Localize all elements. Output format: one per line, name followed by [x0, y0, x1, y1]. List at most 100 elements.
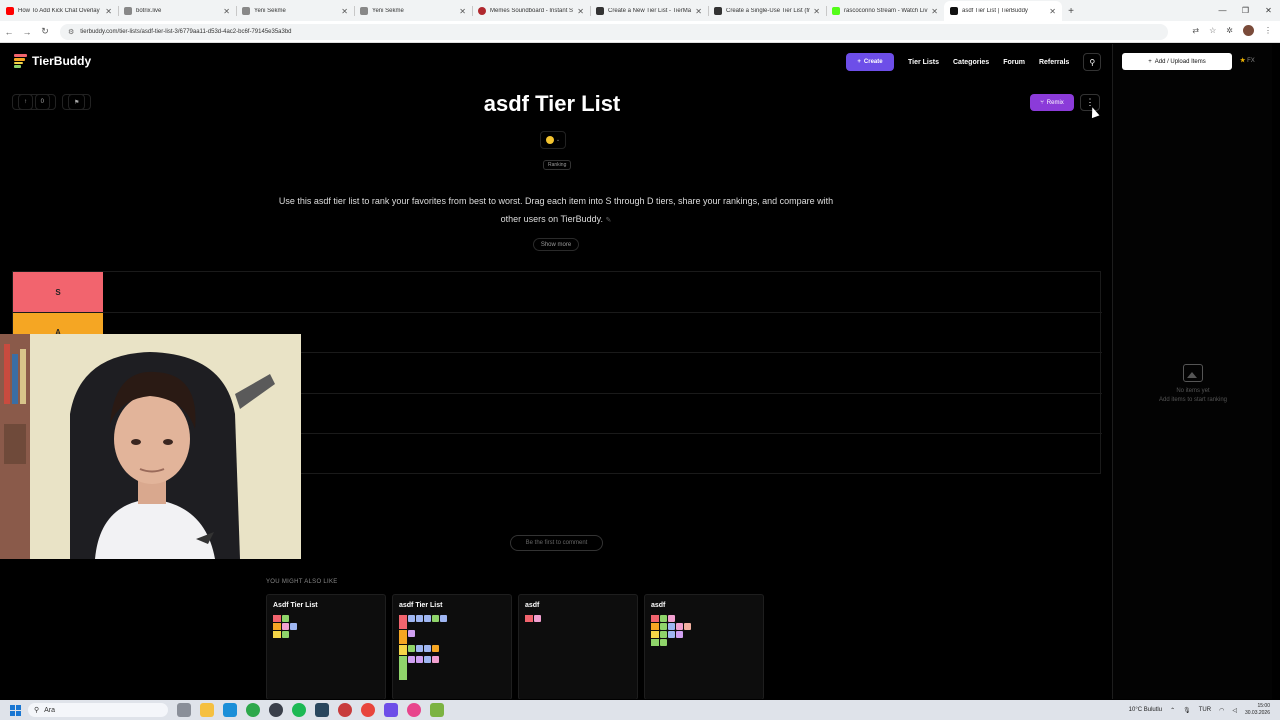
os-taskbar: ⚲ Ara 10°C Bulutlu ⌃ 🎙 TUR ◠ ◁ 15:00 30.0… — [0, 700, 1280, 720]
app-icon[interactable] — [384, 703, 398, 717]
browser-tab-active[interactable]: asdf Tier List | TierBuddy ✕ — [944, 1, 1062, 21]
file-explorer-icon[interactable] — [200, 703, 214, 717]
recommended-card[interactable]: Asdf Tier List — [266, 594, 386, 699]
remix-icon: ⑂ — [1040, 99, 1044, 106]
app-icon[interactable] — [430, 703, 444, 717]
close-icon[interactable]: ✕ — [577, 7, 584, 16]
search-placeholder: Ara — [44, 706, 56, 714]
close-icon[interactable]: ✕ — [931, 7, 938, 16]
close-icon[interactable]: ✕ — [459, 7, 466, 16]
chrome-icon[interactable] — [246, 703, 260, 717]
nav-referrals[interactable]: Referrals — [1039, 59, 1069, 66]
browser-tab[interactable]: Yeni Sekme ✕ — [354, 1, 472, 21]
browser-tab[interactable]: Memes Soundboard - Instant S ✕ — [472, 1, 590, 21]
globe-icon — [242, 7, 250, 15]
maximize-icon[interactable]: ❐ — [1234, 0, 1257, 20]
description-text: Use this asdf tier list to rank your fav… — [278, 196, 834, 224]
spotify-icon[interactable] — [292, 703, 306, 717]
ranking-badge: Ranking — [543, 160, 572, 170]
chrome-icon[interactable] — [361, 703, 375, 717]
recommended-card[interactable]: asdf Tier List — [392, 594, 512, 699]
url-text: tierbuddy.com/tier-lists/asdf-tier-list-… — [80, 28, 292, 35]
browser-tab[interactable]: Create a New Tier List - TierMa ✕ — [590, 1, 708, 21]
menu-kebab-icon[interactable]: ⋮ — [1264, 26, 1272, 35]
user-icon[interactable]: ⚲ — [1083, 53, 1102, 71]
nav-tier-lists[interactable]: Tier Lists — [908, 59, 939, 66]
wifi-icon[interactable]: ◠ — [1219, 707, 1224, 714]
edit-icon[interactable]: ✎ — [606, 217, 612, 224]
browser-tab[interactable]: Yeni Sekme ✕ — [236, 1, 354, 21]
empty-items-state: No items yet Add items to start ranking — [1113, 364, 1273, 403]
create-label: Create — [863, 59, 883, 65]
kick-icon — [832, 7, 840, 15]
steam-icon[interactable] — [315, 703, 329, 717]
site-info-icon[interactable]: ⚙ — [68, 28, 74, 36]
browser-toolbar-right: ⇄ ☆ ✲ ⋮ — [1192, 25, 1272, 36]
recommended-card[interactable]: asdf — [644, 594, 764, 699]
card-thumbnail — [525, 615, 541, 623]
translate-icon[interactable]: ⇄ — [1192, 26, 1199, 35]
forward-icon[interactable]: → — [18, 27, 36, 37]
plus-icon: + — [1148, 58, 1152, 65]
task-view-icon[interactable] — [177, 703, 191, 717]
language-indicator[interactable]: TUR — [1199, 707, 1211, 713]
tab-label: Create a New Tier List - TierMa — [608, 8, 692, 14]
emoji-icon — [545, 136, 554, 144]
volume-icon[interactable]: ◁ — [1232, 707, 1237, 714]
items-sidebar: + Add / Upload Items ★ FX No items yet Ad… — [1112, 44, 1272, 699]
create-button[interactable]: + Create — [846, 53, 894, 71]
clock[interactable]: 15:00 30.03.2026 — [1245, 703, 1270, 717]
app-icon[interactable] — [407, 703, 421, 717]
minimize-icon[interactable]: — — [1211, 0, 1234, 20]
new-tab-button[interactable]: + — [1062, 1, 1080, 21]
tierbuddy-page: TierBuddy + Create Tier Lists Categories … — [0, 44, 1280, 699]
app-icon[interactable] — [338, 703, 352, 717]
browser-tab[interactable]: Create a Single-Use Tier List (fr ✕ — [708, 1, 826, 21]
reload-icon[interactable]: ↻ — [36, 26, 54, 37]
weather-text[interactable]: 10°C Bulutlu — [1129, 707, 1162, 713]
taskbar-search[interactable]: ⚲ Ara — [28, 703, 168, 717]
empty-title: No items yet — [1176, 388, 1210, 394]
close-icon[interactable]: ✕ — [1049, 7, 1056, 16]
add-upload-items-button[interactable]: + Add / Upload Items — [1122, 53, 1232, 70]
microphone-icon[interactable]: 🎙 — [1183, 707, 1191, 714]
tier-row-s[interactable]: S — [13, 272, 1102, 313]
show-more-button[interactable]: Show more — [533, 238, 579, 251]
browser-tab[interactable]: rascoconno Stream - Watch Liv ✕ — [826, 1, 944, 21]
extensions-icon[interactable]: ✲ — [1226, 26, 1233, 35]
fx-toggle[interactable]: ★ FX — [1240, 57, 1255, 64]
browser-tab[interactable]: How To Add Kick Chat Overlay ✕ — [0, 1, 118, 21]
upvote-button[interactable]: ↑ 0 — [12, 94, 57, 110]
tab-label: How To Add Kick Chat Overlay — [18, 8, 100, 14]
bookmark-star-icon[interactable]: ☆ — [1209, 26, 1216, 35]
nav-categories[interactable]: Categories — [953, 59, 989, 66]
close-icon[interactable]: ✕ — [813, 7, 820, 16]
obs-icon[interactable] — [269, 703, 283, 717]
close-window-icon[interactable]: ✕ — [1257, 0, 1280, 20]
close-icon[interactable]: ✕ — [695, 7, 702, 16]
close-icon[interactable]: ✕ — [341, 7, 348, 16]
edge-icon[interactable] — [223, 703, 237, 717]
nav-forum[interactable]: Forum — [1003, 59, 1025, 66]
close-icon[interactable]: ✕ — [223, 7, 230, 16]
tab-label: botrix.live — [136, 8, 162, 14]
browser-tab[interactable]: botrix.live ✕ — [118, 1, 236, 21]
remix-button[interactable]: ⑂ Remix — [1030, 94, 1074, 111]
tier-label-s[interactable]: S — [13, 272, 103, 312]
back-icon[interactable]: ← — [0, 27, 18, 37]
tab-label: Memes Soundboard - Instant S — [490, 8, 574, 14]
card-title: asdf — [525, 602, 540, 609]
recommended-card[interactable]: asdf — [518, 594, 638, 699]
reaction-button[interactable]: ⌄ — [540, 131, 566, 149]
tab-label: Create a Single-Use Tier List (fr — [726, 8, 811, 14]
first-comment-button[interactable]: Be the first to comment — [510, 535, 603, 551]
chevron-up-icon[interactable]: ⌃ — [1170, 707, 1175, 714]
browser-tabbar: How To Add Kick Chat Overlay ✕ botrix.liv… — [0, 0, 1280, 21]
flag-button[interactable]: ⚑ — [62, 94, 92, 110]
profile-avatar[interactable] — [1243, 25, 1254, 36]
upload-label: Add / Upload Items — [1154, 58, 1206, 65]
windows-start-icon[interactable] — [8, 703, 22, 717]
logo[interactable]: TierBuddy — [14, 54, 91, 68]
close-icon[interactable]: ✕ — [105, 7, 112, 16]
url-field[interactable]: ⚙ tierbuddy.com/tier-lists/asdf-tier-lis… — [60, 23, 1168, 40]
